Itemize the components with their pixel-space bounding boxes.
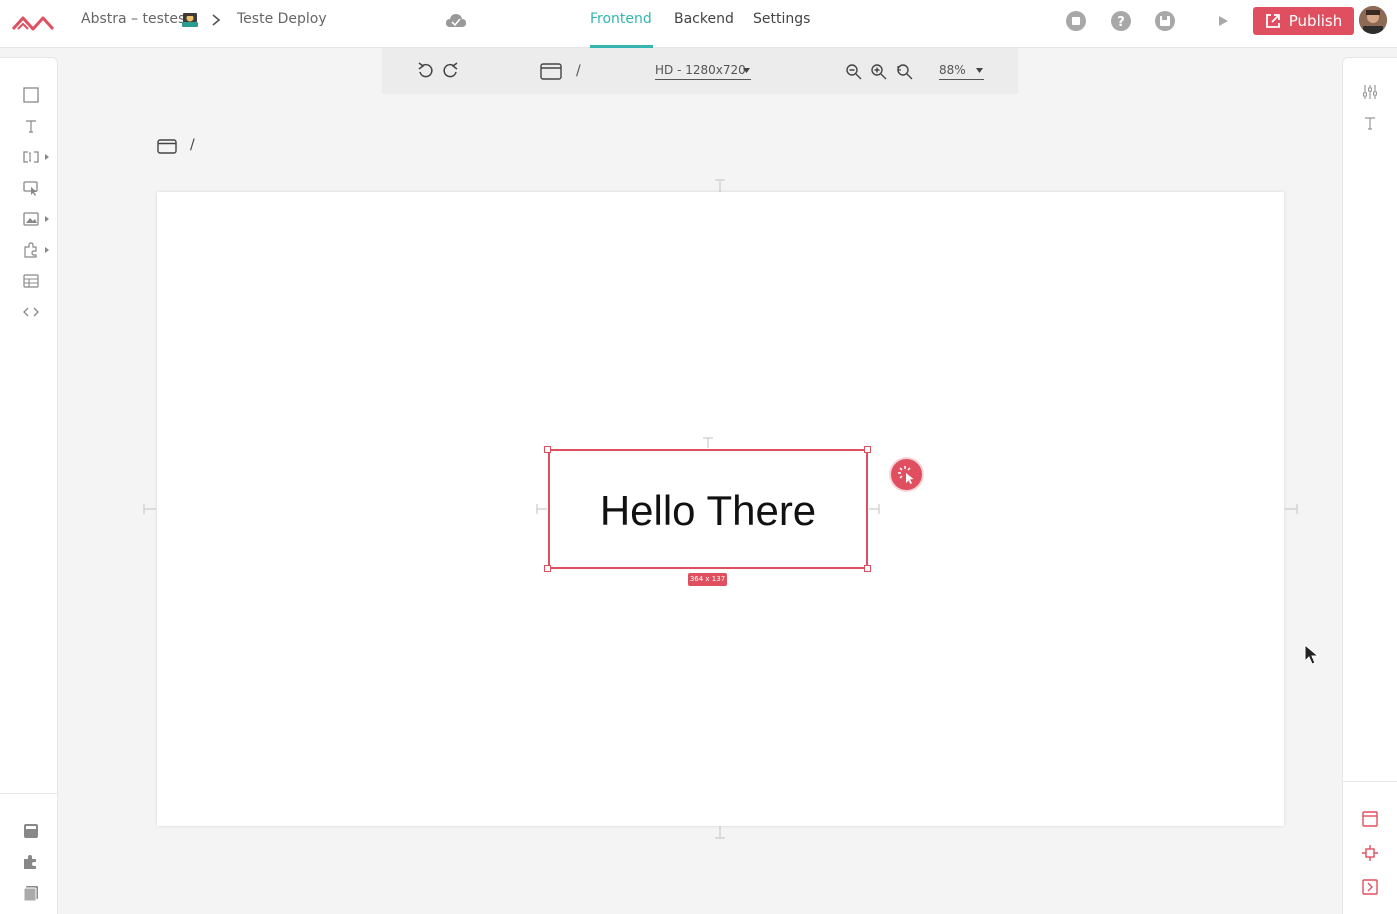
chevron-right-icon: [45, 247, 49, 253]
text-icon[interactable]: [22, 117, 40, 135]
save-icon[interactable]: [1154, 10, 1176, 32]
chevron-right-icon: [45, 154, 49, 160]
plugin-icon[interactable]: [22, 241, 40, 259]
page-path-label: /: [157, 137, 217, 157]
selected-text-widget[interactable]: Hello There: [548, 449, 868, 569]
stop-icon[interactable]: [1065, 10, 1087, 32]
zoom-value: 88%: [939, 63, 966, 77]
resize-handle-top-right[interactable]: [864, 446, 871, 453]
window-icon[interactable]: [540, 63, 562, 80]
spacing-guide-top: [715, 179, 725, 192]
chevron-down-icon: [743, 68, 750, 73]
properties-icon[interactable]: [1361, 83, 1379, 101]
editor-toolbar: / HD - 1280x720 88%: [382, 48, 1018, 94]
spacing-guide-left: [143, 504, 156, 514]
chevron-right-icon: [212, 14, 221, 26]
button-icon[interactable]: [22, 179, 40, 197]
chevron-right-icon: [45, 216, 49, 222]
left-sidebar: [0, 57, 58, 914]
resolution-select[interactable]: HD - 1280x720: [655, 63, 751, 80]
cloud-saved-icon: [446, 14, 466, 27]
help-icon[interactable]: ?: [1110, 10, 1132, 32]
window-icon[interactable]: [1361, 810, 1379, 828]
container-icon[interactable]: [22, 86, 40, 104]
redo-icon[interactable]: [442, 62, 460, 80]
resolution-value: HD - 1280x720: [655, 63, 746, 77]
sidebar-divider: [0, 793, 57, 794]
svg-text:?: ?: [1117, 15, 1125, 30]
table-icon[interactable]: [22, 272, 40, 290]
selection-size-badge: 364 x 137: [688, 573, 727, 586]
page-icon[interactable]: [22, 822, 40, 840]
sidebar-divider: [1343, 781, 1397, 782]
collapse-icon[interactable]: [1361, 878, 1379, 896]
tab-frontend[interactable]: Frontend: [590, 11, 652, 27]
move-icon[interactable]: [1361, 844, 1379, 862]
pages-icon[interactable]: [22, 884, 40, 902]
technologist-emoji-icon: [182, 13, 198, 27]
widgets-icon[interactable]: [22, 853, 40, 871]
mouse-cursor-icon: [1304, 644, 1320, 665]
image-icon[interactable]: [22, 210, 40, 228]
undo-icon[interactable]: [416, 62, 434, 80]
abstra-logo-icon[interactable]: [12, 11, 54, 33]
click-pointer-icon: [898, 466, 914, 484]
spacing-guide-bottom: [715, 826, 725, 839]
publish-button[interactable]: Publish: [1253, 7, 1354, 35]
widget-guide-top: [703, 437, 713, 448]
project-name[interactable]: Abstra – testes: [81, 11, 185, 27]
typography-icon[interactable]: [1361, 114, 1379, 132]
widget-guide-right: [869, 504, 880, 514]
page-path: /: [190, 137, 195, 153]
code-icon[interactable]: [22, 303, 40, 321]
publish-label: Publish: [1288, 12, 1343, 30]
tab-backend[interactable]: Backend: [674, 11, 734, 27]
hello-text[interactable]: Hello There: [550, 487, 866, 535]
external-link-icon: [1265, 14, 1280, 28]
avatar[interactable]: [1359, 6, 1387, 34]
zoom-reset-icon[interactable]: [895, 63, 913, 81]
right-sidebar: [1342, 57, 1397, 914]
tab-settings[interactable]: Settings: [753, 11, 810, 27]
resize-handle-top-left[interactable]: [544, 446, 551, 453]
input-icon[interactable]: [22, 148, 40, 166]
spacing-guide-right: [1285, 504, 1298, 514]
resize-handle-bottom-left[interactable]: [544, 565, 551, 572]
zoom-select[interactable]: 88%: [939, 63, 984, 80]
page-name[interactable]: Teste Deploy: [237, 11, 327, 27]
top-bar: Abstra – testes Teste Deploy Frontend Ba…: [0, 0, 1397, 48]
play-icon[interactable]: [1212, 10, 1234, 32]
toolbar-path: /: [576, 63, 581, 79]
window-icon: [157, 139, 177, 154]
zoom-in-icon[interactable]: [870, 63, 888, 81]
widget-guide-left: [536, 504, 547, 514]
interaction-hint-button[interactable]: [889, 457, 924, 492]
resize-handle-bottom-right[interactable]: [864, 565, 871, 572]
chevron-down-icon: [976, 68, 983, 73]
zoom-out-icon[interactable]: [845, 63, 863, 81]
